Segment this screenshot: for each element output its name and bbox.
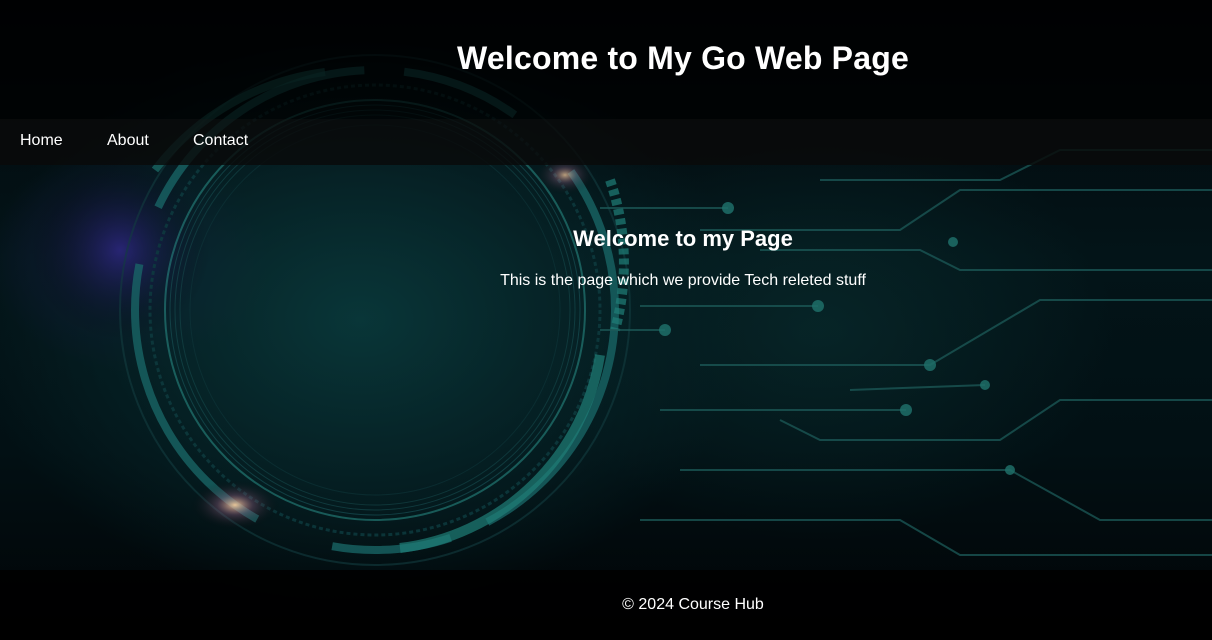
nav-link-home[interactable]: Home — [20, 132, 63, 150]
page: Welcome to My Go Web Page Home About Con… — [0, 0, 1212, 640]
page-title: Welcome to My Go Web Page — [457, 40, 909, 76]
nav-link-contact[interactable]: Contact — [193, 132, 248, 150]
site-header: Welcome to My Go Web Page — [0, 0, 1212, 119]
nav-link-about[interactable]: About — [107, 132, 149, 150]
nav-bar: Home About Contact — [0, 119, 1212, 165]
circuit-lines — [600, 149, 1212, 556]
main-heading: Welcome to my Page — [573, 226, 793, 251]
footer-copyright: © 2024 Course Hub — [622, 596, 764, 613]
site-footer: © 2024 Course Hub — [0, 570, 1212, 640]
main-description: This is the page which we provide Tech r… — [500, 272, 866, 289]
